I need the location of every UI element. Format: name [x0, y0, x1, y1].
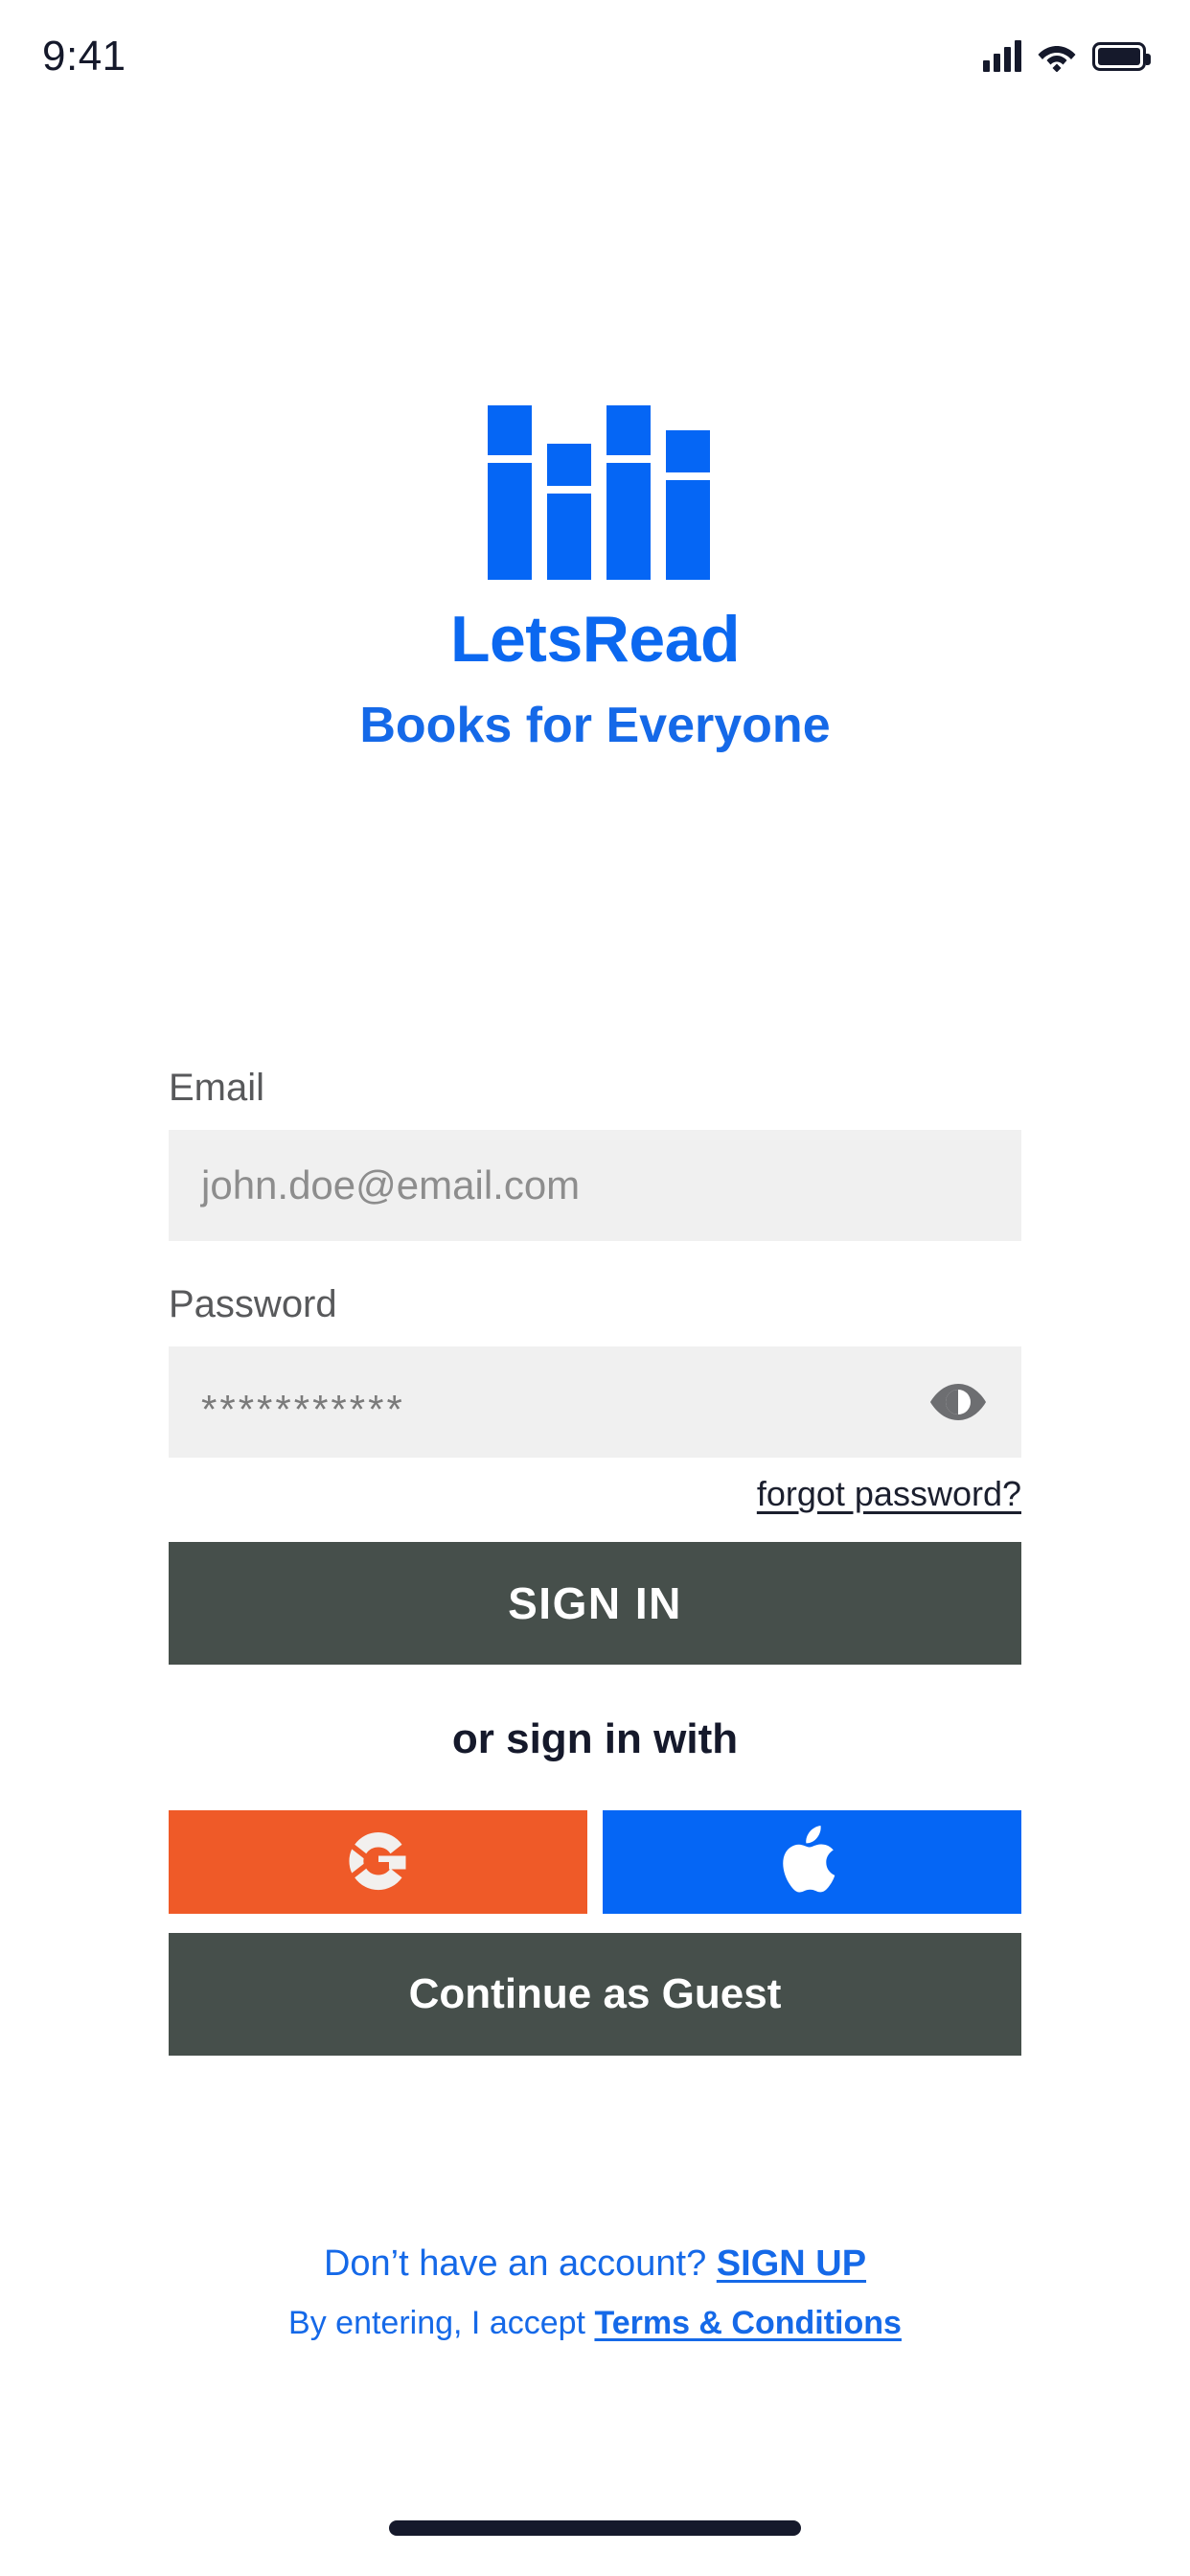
continue-as-guest-button[interactable]: Continue as Guest — [169, 1933, 1021, 2056]
home-indicator[interactable] — [389, 2520, 801, 2536]
forgot-password-link[interactable]: forgot password? — [757, 1477, 1021, 1511]
terms-row: By entering, I accept Terms & Conditions — [288, 2304, 902, 2343]
forgot-password-row: forgot password? — [169, 1477, 1021, 1511]
brand-tagline: Books for Everyone — [359, 698, 831, 753]
cellular-signal-icon — [983, 40, 1021, 72]
sign-up-link[interactable]: SIGN UP — [717, 2243, 866, 2284]
terms-prompt: By entering, I accept — [288, 2304, 585, 2341]
sign-in-form: Email john.doe@email.com Password ******… — [169, 1069, 1021, 2056]
login-screen: 9:41 LetsRead Books for Everyone Email j… — [0, 0, 1190, 2576]
email-input[interactable]: john.doe@email.com — [169, 1130, 1021, 1241]
email-placeholder: john.doe@email.com — [201, 1162, 581, 1208]
status-icon-group — [983, 35, 1151, 73]
password-masked-value: *********** — [201, 1387, 405, 1432]
password-field-group: Password *********** — [169, 1285, 1021, 1458]
social-divider-label: or sign in with — [451, 1715, 739, 1762]
signup-row: Don’t have an account? SIGN UP — [324, 2242, 866, 2287]
email-field-group: Email john.doe@email.com — [169, 1069, 1021, 1241]
terms-and-conditions-link[interactable]: Terms & Conditions — [594, 2305, 902, 2341]
sign-in-button[interactable]: SIGN IN — [169, 1542, 1021, 1665]
password-label: Password — [169, 1283, 337, 1325]
footer-links: Don’t have an account? SIGN UP By enteri… — [0, 2242, 1190, 2342]
apple-sign-in-button[interactable] — [603, 1810, 1021, 1914]
letsread-books-logo — [488, 398, 710, 580]
battery-full-icon — [1092, 42, 1151, 71]
status-time: 9:41 — [42, 33, 126, 80]
email-label: Email — [169, 1067, 265, 1109]
google-sign-in-button[interactable] — [169, 1810, 587, 1914]
brand-name: LetsRead — [449, 603, 741, 676]
status-bar: 9:41 — [0, 0, 1190, 107]
social-login-row — [169, 1810, 1021, 1914]
google-g-icon — [344, 1827, 413, 1898]
wifi-icon — [1037, 41, 1077, 73]
apple-logo-icon — [782, 1824, 843, 1901]
signup-prompt: Don’t have an account? — [323, 2243, 707, 2284]
password-input[interactable]: *********** — [169, 1346, 1021, 1458]
brand-header: LetsRead Books for Everyone — [0, 398, 1190, 750]
eye-icon[interactable] — [927, 1381, 989, 1423]
